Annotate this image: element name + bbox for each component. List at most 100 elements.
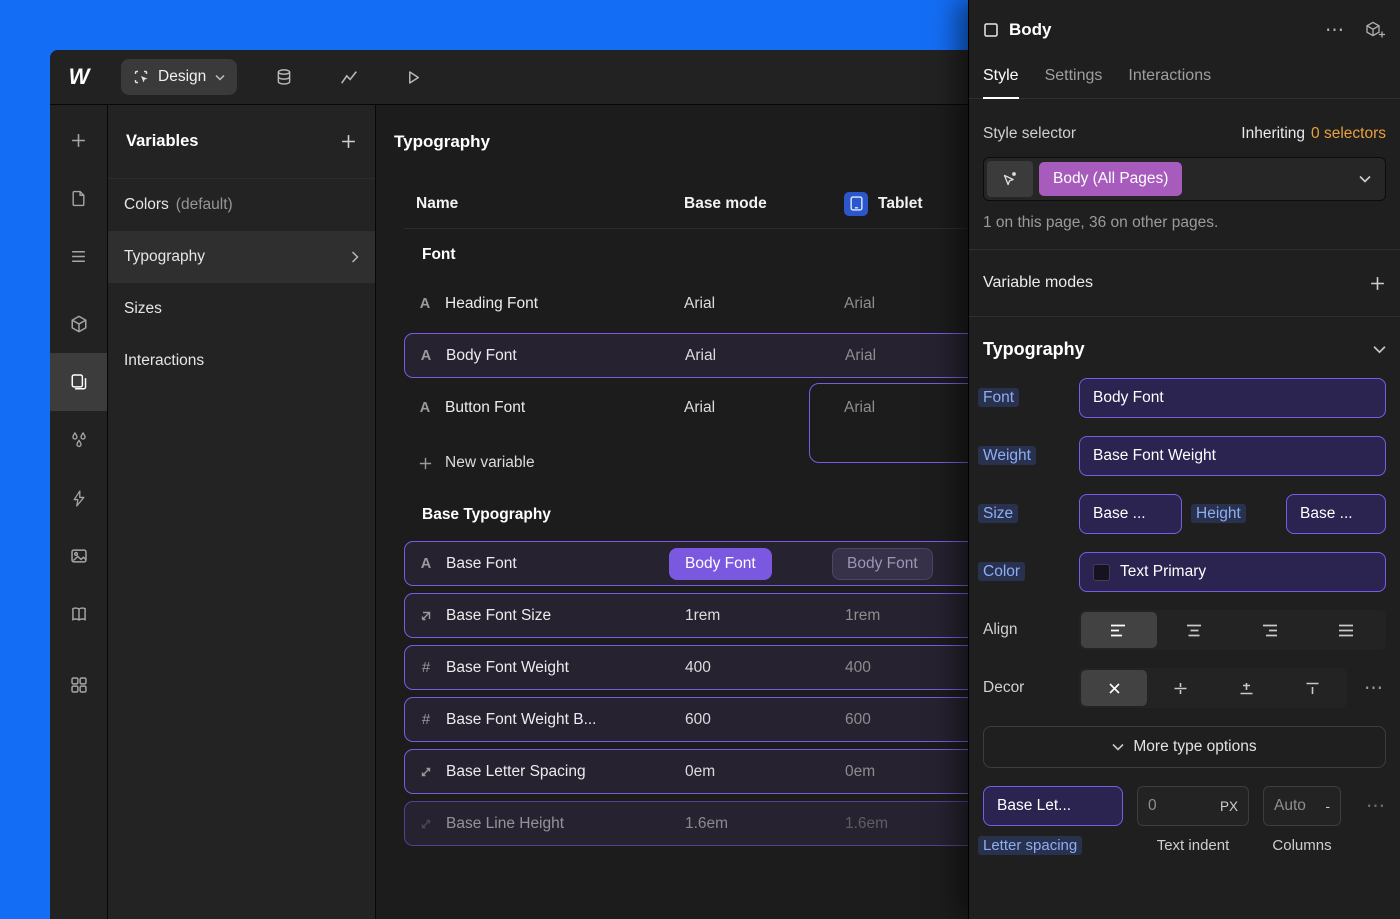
rail-item-apps[interactable] <box>50 656 107 714</box>
size-variable-button[interactable]: Base ... <box>1079 494 1182 534</box>
webflow-logo: W <box>50 64 107 90</box>
weight-variable-button[interactable]: Base Font Weight <box>1079 436 1386 476</box>
spacing-controls-row: Base Let... 0 PX Auto - ⋯ <box>983 786 1386 826</box>
rail-item-assets[interactable] <box>50 527 107 585</box>
decor-more-options-icon[interactable]: ⋯ <box>1364 679 1384 698</box>
preview-play-icon[interactable] <box>405 69 422 86</box>
cms-database-icon[interactable] <box>275 68 293 86</box>
tab-style[interactable]: Style <box>983 54 1019 98</box>
base-mode-value[interactable]: 400 <box>685 659 845 677</box>
columns-value[interactable]: Auto <box>1274 797 1326 815</box>
design-mode-menu[interactable]: Design <box>121 59 237 95</box>
selector-usage-info: 1 on this page, 36 on other pages. <box>983 214 1386 232</box>
rail-item-components[interactable] <box>50 295 107 353</box>
font-variable-icon: A <box>417 348 435 364</box>
base-mode-value[interactable]: Body Font <box>685 548 845 580</box>
color-field-label: Color <box>983 563 1079 581</box>
selector-state-button[interactable] <box>987 161 1033 197</box>
color-field-row: Color Text Primary <box>983 552 1386 592</box>
add-collection-button[interactable] <box>340 133 357 150</box>
more-menu-icon[interactable]: ⋯ <box>1325 21 1345 40</box>
group-label: Interactions <box>124 352 204 370</box>
body-element-icon <box>983 22 999 38</box>
create-component-icon[interactable] <box>1365 21 1386 39</box>
variables-group-colors[interactable]: Colors (default) <box>108 179 375 231</box>
size-height-field-row: Size Base ... Height Base ... <box>983 494 1386 534</box>
variables-group-sizes[interactable]: Sizes <box>108 283 375 335</box>
style-selector-dropdown[interactable]: Body (All Pages) <box>983 157 1386 201</box>
variable-row-button-font[interactable]: AButton Font Arial Arial <box>404 385 1024 430</box>
rail-item-styles[interactable] <box>50 411 107 469</box>
decoration-none-icon[interactable] <box>1081 670 1147 706</box>
droplets-icon <box>70 431 88 449</box>
new-variable-label: New variable <box>445 454 535 472</box>
spacing-more-options-icon[interactable]: ⋯ <box>1366 795 1386 818</box>
align-right-icon[interactable] <box>1233 612 1309 648</box>
font-variable-button[interactable]: Body Font <box>1079 378 1386 418</box>
columns-input[interactable]: Auto - <box>1263 786 1341 826</box>
base-mode-value[interactable]: 0em <box>685 763 845 781</box>
variable-reference-pill-inherited[interactable]: Body Font <box>832 548 933 580</box>
variable-row-heading-font[interactable]: AHeading Font Arial Arial <box>404 281 1024 326</box>
text-align-segmented-control <box>1079 610 1386 650</box>
variable-row-base-font-size[interactable]: Base Font Size 1rem 1rem <box>404 593 1024 638</box>
base-mode-value[interactable]: Arial <box>684 399 844 417</box>
text-indent-input[interactable]: 0 PX <box>1137 786 1249 826</box>
rail-item-navigator[interactable] <box>50 227 107 285</box>
variable-row-body-font[interactable]: ABody Font Arial Arial <box>404 333 1024 378</box>
height-field-label: Height <box>1182 505 1286 523</box>
align-center-icon[interactable] <box>1157 612 1233 648</box>
base-mode-value[interactable]: 1.6em <box>685 815 845 833</box>
weight-field-label: Weight <box>983 447 1079 465</box>
rail-item-variables[interactable] <box>50 353 107 411</box>
align-field-label: Align <box>983 621 1079 639</box>
variable-row-base-font-weight-bold[interactable]: #Base Font Weight B... 600 600 <box>404 697 1024 742</box>
variable-modes-label: Variable modes <box>983 274 1093 292</box>
font-field-label: Font <box>983 389 1079 407</box>
rail-item-pages[interactable] <box>50 169 107 227</box>
more-type-options-button[interactable]: More type options <box>983 726 1386 768</box>
letter-spacing-variable-button[interactable]: Base Let... <box>983 786 1123 826</box>
font-variable-icon: A <box>417 556 435 572</box>
height-variable-button[interactable]: Base ... <box>1286 494 1386 534</box>
variables-group-typography[interactable]: Typography <box>108 231 375 283</box>
variable-row-base-line-height[interactable]: Base Line Height 1.6em 1.6em <box>404 801 1024 846</box>
rail-item-interactions[interactable] <box>50 469 107 527</box>
underline-icon[interactable] <box>1213 670 1279 706</box>
base-mode-value[interactable]: 600 <box>685 711 845 729</box>
variable-row-base-font-weight[interactable]: #Base Font Weight 400 400 <box>404 645 1024 690</box>
variable-row-base-font[interactable]: ABase Font Body Font Body Font <box>404 541 1024 586</box>
page-icon <box>70 190 87 207</box>
analytics-chart-icon[interactable] <box>340 68 358 86</box>
base-mode-value[interactable]: 1rem <box>685 607 845 625</box>
inheriting-count[interactable]: 0 selectors <box>1311 125 1386 142</box>
variable-modes-section: Variable modes <box>983 250 1386 316</box>
base-mode-value[interactable]: Arial <box>685 347 845 365</box>
chevron-down-icon[interactable] <box>1373 345 1386 354</box>
align-justify-icon[interactable] <box>1308 612 1384 648</box>
rail-item-libraries[interactable] <box>50 585 107 643</box>
text-indent-value[interactable]: 0 <box>1148 797 1220 815</box>
selector-pill[interactable]: Body (All Pages) <box>1039 162 1182 196</box>
new-variable-button[interactable]: New variable <box>404 437 1024 489</box>
color-variable-button[interactable]: Text Primary <box>1079 552 1386 592</box>
variables-group-interactions[interactable]: Interactions <box>108 335 375 387</box>
strikethrough-icon[interactable] <box>1147 670 1213 706</box>
typography-section-header[interactable]: Typography <box>983 317 1386 378</box>
add-variable-mode-button[interactable] <box>1369 275 1386 292</box>
rail-item-add[interactable] <box>50 111 107 169</box>
variable-reference-pill[interactable]: Body Font <box>669 548 772 580</box>
inheriting-label: Inheriting <box>1241 125 1305 142</box>
variables-panel-header: Variables <box>108 105 375 179</box>
tab-interactions[interactable]: Interactions <box>1128 54 1211 98</box>
overline-icon[interactable] <box>1279 670 1345 706</box>
text-indent-unit[interactable]: PX <box>1220 799 1238 814</box>
columns-unit[interactable]: - <box>1326 799 1331 814</box>
color-variable-name: Text Primary <box>1120 563 1206 581</box>
base-mode-value[interactable]: Arial <box>684 295 844 313</box>
color-swatch <box>1093 564 1110 581</box>
tablet-breakpoint-icon <box>844 192 868 216</box>
variable-row-base-letter-spacing[interactable]: Base Letter Spacing 0em 0em <box>404 749 1024 794</box>
align-left-icon[interactable] <box>1081 612 1157 648</box>
tab-settings[interactable]: Settings <box>1045 54 1103 98</box>
